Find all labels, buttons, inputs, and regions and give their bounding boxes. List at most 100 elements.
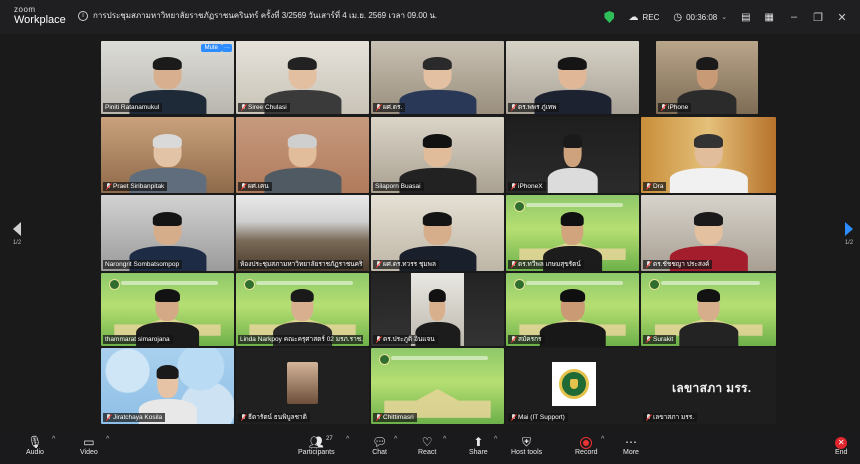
participant-video: [398, 54, 477, 114]
mic-muted-icon: [375, 104, 381, 111]
participant-tile[interactable]: Mute ··· Piniti Ratanamukul: [101, 41, 234, 114]
notes-button[interactable]: ▤: [741, 12, 750, 23]
participant-tile[interactable]: ธีดารัตน์ ธนพิบูลชาติ: [236, 348, 369, 424]
participant-name: ดร.ประภูติ อินแจน: [373, 335, 438, 344]
more-label: More: [623, 449, 639, 456]
participant-video: [263, 131, 342, 193]
encryption-indicator[interactable]: [604, 11, 615, 23]
next-page-button[interactable]: 1/2: [838, 210, 860, 258]
camera-icon: ▭: [83, 435, 95, 449]
mic-muted-icon: [645, 414, 651, 421]
end-label: End: [835, 449, 848, 456]
participant-name: thammarat simarojana: [103, 335, 173, 344]
participant-name: ผศ.ดร.ทวรร ชุมพล: [373, 260, 439, 269]
restore-button[interactable]: ❐: [812, 11, 824, 24]
participant-tile[interactable]: iPhoneX: [506, 117, 639, 193]
title-bar: zoom Workplace i การประชุมสภามหาวิทยาลัย…: [0, 0, 860, 34]
participant-name: Narongrit Sombatsompop: [103, 260, 183, 269]
react-button[interactable]: ♡ React: [418, 433, 436, 456]
cloud-icon: ☁: [628, 11, 639, 23]
share-button[interactable]: ⬆︎ Share: [469, 433, 488, 456]
emblem-seal-icon: [559, 369, 589, 399]
mic-muted-icon: [660, 104, 666, 111]
participant-tile[interactable]: Narongrit Sombatsompop: [101, 195, 234, 271]
participant-tile[interactable]: ดร.ชัชชญา ประสงค์: [641, 195, 776, 271]
minimize-button[interactable]: –: [788, 11, 800, 23]
mic-muted-icon: [510, 336, 516, 343]
share-options-caret[interactable]: ^: [494, 436, 497, 443]
end-meeting-button[interactable]: ✕ End: [835, 433, 847, 456]
view-button[interactable]: ▦: [765, 12, 774, 23]
host-tools-label: Host tools: [511, 449, 543, 456]
participant-name: สมัครกร: [508, 335, 545, 344]
previous-page-button[interactable]: 1/2: [6, 210, 28, 258]
participant-tile[interactable]: Praet Siribanpitak: [101, 117, 234, 193]
mic-muted-icon: [105, 183, 111, 190]
participant-tile[interactable]: Jiratchaya Kosila: [101, 348, 234, 424]
meeting-info[interactable]: i การประชุมสภามหาวิทยาลัยราชภัฏราชนครินท…: [78, 9, 437, 22]
participant-tile[interactable]: iPhone: [656, 41, 758, 114]
shield-icon: [604, 11, 615, 23]
participant-name: ดร.พพร ภู่เทพ: [508, 103, 560, 112]
audio-options-caret[interactable]: ^: [52, 436, 55, 443]
participant-tile[interactable]: thammarat simarojana: [101, 273, 234, 346]
record-options-caret[interactable]: ^: [601, 436, 604, 443]
participants-options-caret[interactable]: ^: [346, 436, 349, 443]
university-emblem-avatar: [552, 362, 596, 406]
participant-name: ดร.ชัชชญา ประสงค์: [643, 260, 713, 269]
meeting-timer[interactable]: ◷ 00:36:08 ⌄: [673, 12, 727, 23]
audio-button[interactable]: 🎙︎ Audio: [26, 433, 44, 456]
mic-muted-icon: [510, 104, 516, 111]
host-tools-button[interactable]: ⛨ Host tools: [511, 433, 542, 456]
zoom-workplace-logo: zoom Workplace: [14, 6, 66, 26]
mic-muted-icon: [510, 414, 516, 421]
more-button[interactable]: ⋯ More: [623, 433, 639, 456]
participant-tile[interactable]: Chittimasri: [371, 348, 504, 424]
participant-tile[interactable]: ผศ.ดร.ทวรร ชุมพล: [371, 195, 504, 271]
mic-muted-icon: [375, 414, 381, 421]
chat-options-caret[interactable]: ^: [394, 436, 397, 443]
tile-more-button[interactable]: ···: [222, 44, 232, 52]
meeting-toolbar: 🎙︎ Audio ^ ▭ Video ^ 👥︎ Participants 27 …: [0, 430, 860, 464]
gallery-view: 1/2 1/2 Mute ··· Piniti Ratanamukul Sire…: [0, 34, 860, 430]
participant-tile-active-speaker[interactable]: ห้องประชุมสภามหาวิทยาลัยราชภัฏราชนครินทร…: [236, 195, 369, 271]
participant-display-name: เลขาสภา มรร.: [672, 381, 752, 395]
participants-count: 27: [326, 436, 333, 442]
participant-tile[interactable]: Silaporn Buasai: [371, 117, 504, 193]
recording-indicator[interactable]: ☁ REC: [628, 12, 659, 23]
page-indicator-left: 1/2: [12, 240, 22, 246]
participant-tile[interactable]: Dra: [641, 117, 776, 193]
participant-name: Jiratchaya Kosila: [103, 413, 166, 422]
participant-tile[interactable]: ดร.ประภูติ อินแจน: [371, 273, 504, 346]
mic-muted-icon: [510, 261, 516, 268]
participant-tile[interactable]: Siree Chulasi: [236, 41, 369, 114]
react-options-caret[interactable]: ^: [443, 436, 446, 443]
participant-tile[interactable]: ผศ.เคน: [236, 117, 369, 193]
participant-video: [669, 131, 748, 193]
participant-tile[interactable]: ดร.ทวีพล เกษมสุขรัตน์: [506, 195, 639, 271]
meeting-title: การประชุมสภามหาวิทยาลัยราชภัฏราชนครินทร์…: [93, 11, 438, 20]
shield-icon: ⛨: [522, 435, 532, 449]
close-window-button[interactable]: ✕: [836, 11, 848, 24]
participant-tile[interactable]: ดร.พพร ภู่เทพ: [506, 41, 639, 114]
video-options-caret[interactable]: ^: [106, 436, 109, 443]
participant-name: iPhoneX: [508, 182, 546, 191]
share-label: Share: [469, 449, 488, 456]
mute-button[interactable]: Mute: [200, 44, 222, 52]
participant-name: ธีดารัตน์ ธนพิบูลชาติ: [238, 413, 310, 422]
participant-tile[interactable]: ผศ.ดร.: [371, 41, 504, 114]
chat-button[interactable]: 💬︎ Chat: [372, 433, 387, 456]
participant-tile[interactable]: สมัครกร: [506, 273, 639, 346]
participant-tile[interactable]: Linda Narkpoy คณะครุศาสตร์ 02 มรภ.ราช...: [236, 273, 369, 346]
record-label: Record: [575, 449, 598, 456]
end-call-icon: ✕: [835, 437, 848, 449]
record-button[interactable]: Record: [575, 433, 598, 456]
logo-workplace-text: Workplace: [14, 14, 66, 26]
participants-label: Participants: [298, 449, 335, 456]
mic-muted-icon: [375, 261, 381, 268]
info-icon[interactable]: i: [78, 10, 88, 21]
video-button[interactable]: ▭ Video: [80, 433, 98, 456]
participant-name: ดร.ทวีพล เกษมสุขรัตน์: [508, 260, 584, 269]
participant-tile[interactable]: Surakit: [641, 273, 776, 346]
logo-zoom-text: zoom: [14, 5, 36, 14]
